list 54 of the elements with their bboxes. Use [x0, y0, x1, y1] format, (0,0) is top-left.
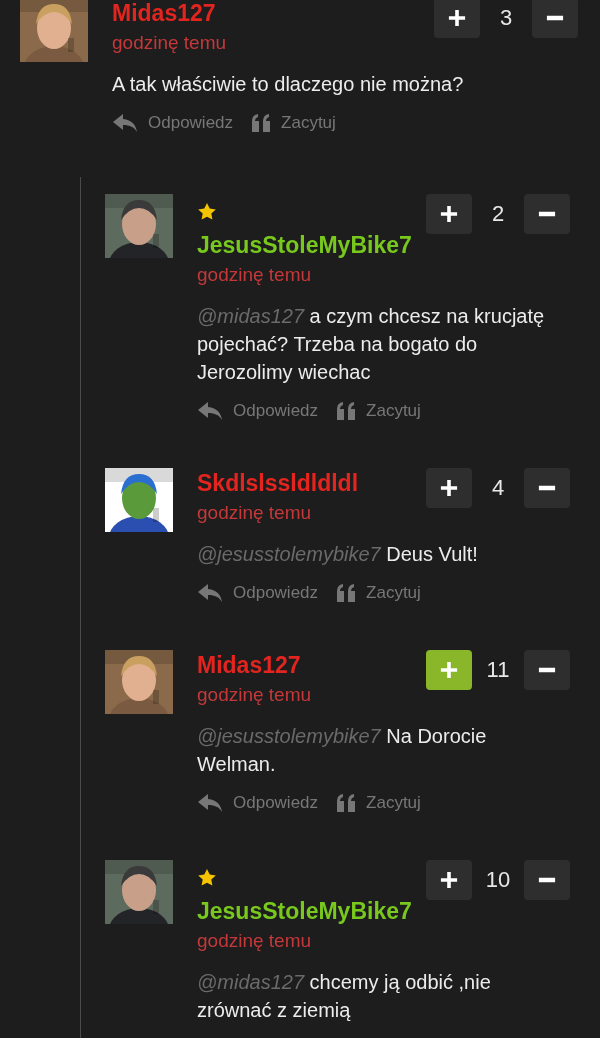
reply-icon [197, 583, 223, 603]
downvote-button[interactable] [524, 194, 570, 234]
timestamp: godzinę temu [197, 263, 312, 287]
action-link[interactable]: Odpowiedz [197, 583, 319, 603]
comment-text: @jesusstolemybike7 Deus Vult! [197, 542, 479, 567]
vote-count: 2 [490, 201, 506, 227]
username[interactable]: JesusStoleMyBike7 [197, 230, 412, 260]
timestamp: godzinę temu [112, 31, 227, 55]
upvote-button[interactable] [426, 194, 472, 234]
plus-icon [440, 661, 458, 679]
quote-icon [336, 793, 357, 813]
action-link[interactable]: Odpowiedz [112, 113, 234, 133]
vote-count: 10 [484, 867, 512, 893]
timestamp: godzinę temu [197, 683, 312, 707]
mention-link[interactable]: @jesusstolemybike7 [197, 725, 381, 747]
reply-icon [197, 401, 223, 421]
comment-text: @midas127 chcemy ją odbić ,nie zrównać z ziemią [197, 970, 492, 1023]
action-link[interactable]: Zacytuj [336, 401, 421, 421]
mention-link[interactable]: @midas127 [197, 305, 305, 327]
quote-icon [336, 401, 357, 421]
comment-text: @midas127 a czym chcesz na krucjatę pojechać? Trzeba na bogato do Jerozolimy wiechac [197, 304, 546, 385]
quote-icon [251, 113, 272, 133]
reply-icon [197, 793, 223, 813]
reply-icon [112, 113, 138, 133]
action-link[interactable]: Zacytuj [336, 583, 421, 603]
action-link[interactable]: Odpowiedz [197, 401, 319, 421]
comment-text: @jesusstolemybike7 Na Dorocie Welman. [197, 724, 488, 777]
vote-count: 11 [485, 657, 511, 683]
downvote-button[interactable] [524, 860, 570, 900]
mention-link[interactable]: @midas127 [197, 971, 305, 993]
quote-icon [336, 583, 357, 603]
downvote-button[interactable] [524, 650, 570, 690]
vote-count: 3 [498, 5, 514, 31]
downvote-button[interactable] [524, 468, 570, 508]
plus-icon [440, 871, 458, 889]
action-link[interactable]: Zacytuj [251, 113, 336, 133]
username[interactable]: JesusStoleMyBike7 [197, 896, 412, 926]
plus-icon [440, 205, 458, 223]
username[interactable]: Skdlslssldldldl [197, 468, 359, 498]
upvote-button[interactable] [426, 468, 472, 508]
username[interactable]: Midas127 [197, 650, 301, 680]
username[interactable]: Midas127 [112, 0, 216, 28]
mention-link[interactable]: @jesusstolemybike7 [197, 543, 381, 565]
plus-icon [448, 9, 466, 27]
vote-count: 4 [490, 475, 506, 501]
action-link[interactable]: Odpowiedz [197, 793, 319, 813]
downvote-button[interactable] [532, 0, 578, 38]
upvote-button[interactable] [426, 860, 472, 900]
action-link[interactable]: Zacytuj [336, 793, 421, 813]
timestamp: godzinę temu [197, 929, 312, 953]
timestamp: godzinę temu [197, 501, 312, 525]
comment-text: A tak właściwie to dlaczego nie można? [112, 72, 465, 97]
plus-icon [440, 479, 458, 497]
upvote-button[interactable] [434, 0, 480, 38]
